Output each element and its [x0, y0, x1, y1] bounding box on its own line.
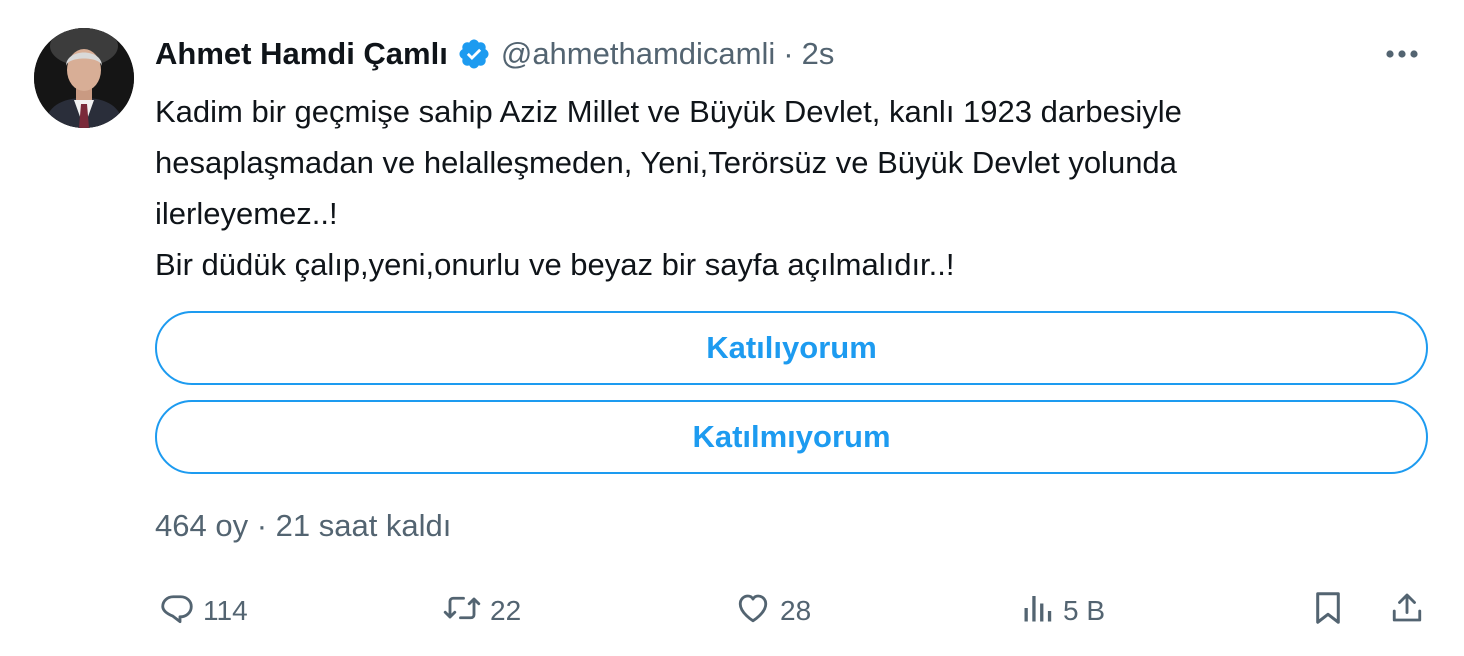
bookmark-button[interactable] — [1311, 586, 1345, 636]
poll-option-agree-button[interactable]: Katılıyorum — [155, 311, 1428, 385]
verified-badge-icon[interactable] — [457, 37, 491, 71]
share-button[interactable] — [1389, 586, 1425, 636]
views-count: 5 B — [1063, 595, 1106, 626]
views-button[interactable]: 5 B — [1021, 586, 1105, 636]
tweet-text-line: Bir düdük çalıp,yeni,onurlu ve beyaz bir… — [155, 247, 955, 282]
poll-meta: 464 oy · 21 saat kaldı — [155, 508, 452, 543]
tweet-text-line: Kadim bir geçmişe sahip Aziz Millet ve B… — [155, 94, 1182, 129]
tweet-text-line: ilerleyemez..! — [155, 196, 338, 231]
views-icon — [1021, 590, 1055, 633]
more-options-icon[interactable] — [1382, 36, 1422, 72]
tweet-header: Ahmet Hamdi Çamlı @ahmethamdicamli · 2s — [155, 32, 834, 76]
retweet-count: 22 — [490, 595, 522, 626]
reply-icon — [159, 590, 195, 633]
handle[interactable]: @ahmethamdicamli — [501, 36, 775, 72]
like-count: 28 — [780, 595, 812, 626]
avatar[interactable] — [34, 28, 134, 128]
reply-count: 114 — [203, 595, 248, 626]
bookmark-icon — [1311, 589, 1345, 634]
display-name[interactable]: Ahmet Hamdi Çamlı — [155, 36, 448, 72]
separator-dot: · — [783, 36, 794, 71]
avatar-photo — [34, 28, 134, 128]
poll-option-label: Katılmıyorum — [692, 419, 891, 454]
tweet-text-line: hesaplaşmadan ve helalleşmeden, Yeni,Ter… — [155, 145, 1177, 180]
heart-icon — [734, 590, 772, 633]
timestamp[interactable]: 2s — [802, 36, 835, 72]
action-bar: 114 22 28 5 B — [155, 586, 1435, 636]
tweet: Ahmet Hamdi Çamlı @ahmethamdicamli · 2s … — [0, 0, 1464, 656]
like-button[interactable]: 28 — [734, 586, 811, 636]
retweet-button[interactable]: 22 — [442, 586, 521, 636]
tweet-text: Kadim bir geçmişe sahip Aziz Millet ve B… — [155, 86, 1435, 290]
poll-option-disagree-button[interactable]: Katılmıyorum — [155, 400, 1428, 474]
share-icon — [1389, 589, 1425, 634]
reply-button[interactable]: 114 — [159, 586, 248, 636]
retweet-icon — [442, 590, 482, 633]
poll-option-label: Katılıyorum — [706, 330, 877, 365]
